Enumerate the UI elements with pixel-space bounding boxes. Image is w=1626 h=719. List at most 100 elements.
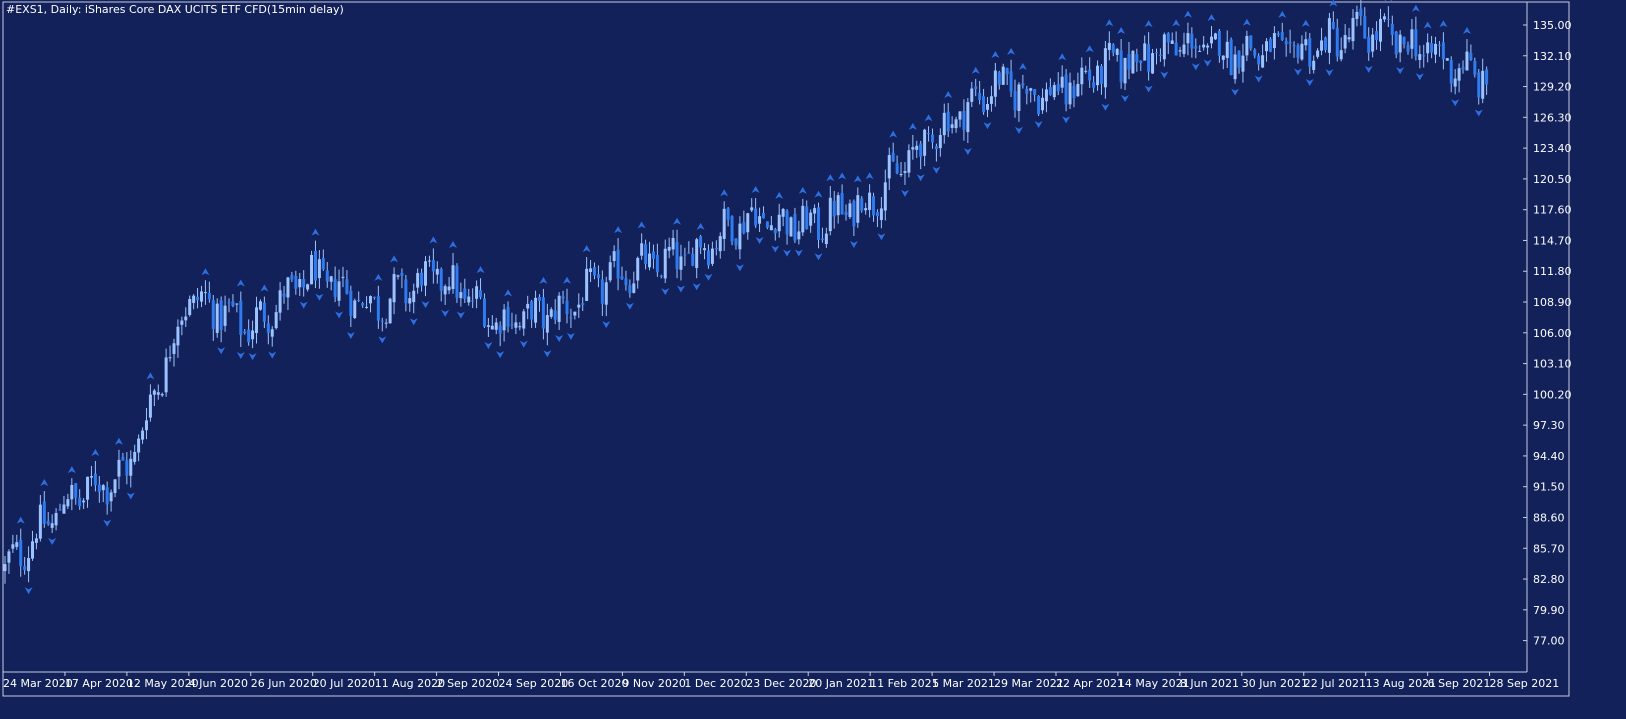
candle-body — [396, 275, 400, 277]
candle-body — [337, 281, 341, 301]
candle-body — [1225, 41, 1229, 59]
candle-body — [1296, 45, 1300, 58]
candle-body — [714, 247, 718, 250]
candle-body — [109, 492, 113, 502]
candle-body — [129, 458, 133, 476]
candle-body — [239, 300, 243, 335]
candle-body — [200, 291, 203, 302]
candle-body — [325, 270, 329, 282]
candle-body — [785, 210, 789, 235]
candle-body — [243, 331, 247, 334]
candle-body — [742, 222, 746, 234]
candle-body — [530, 301, 534, 320]
candle-body — [459, 292, 463, 299]
candle-body — [1170, 40, 1174, 44]
candle-body — [1194, 46, 1198, 49]
candle-body — [993, 70, 997, 97]
candle-body — [875, 212, 879, 217]
candle-body — [274, 312, 278, 329]
candle-body — [1453, 78, 1457, 87]
candle-body — [180, 320, 184, 325]
candle-body — [455, 265, 459, 298]
y-tick-label: 94.40 — [1533, 450, 1565, 463]
candle-body — [1316, 50, 1320, 57]
candle-body — [569, 317, 573, 319]
candle-body — [11, 544, 15, 549]
candle-body — [1206, 45, 1210, 48]
candle-body — [306, 284, 310, 290]
candle-body — [302, 279, 306, 288]
candle-body — [1056, 84, 1060, 92]
candle-body — [251, 330, 255, 340]
candle-body — [565, 300, 569, 315]
candle-body — [911, 147, 915, 150]
candle-body — [883, 182, 887, 211]
y-tick-label: 120.50 — [1533, 173, 1572, 186]
y-tick-label: 135.00 — [1533, 19, 1572, 32]
candle-body — [34, 538, 38, 543]
candle-body — [207, 292, 211, 300]
candle-body — [467, 296, 471, 303]
candle-body — [227, 302, 231, 304]
candle-body — [58, 509, 62, 511]
candle-body — [895, 163, 899, 174]
candle-body — [769, 225, 773, 231]
candle-body — [624, 278, 628, 286]
candle-body — [1060, 76, 1064, 88]
candle-body — [310, 254, 314, 285]
candle-body — [1202, 44, 1206, 48]
candle-body — [1394, 31, 1398, 55]
candle-body — [891, 152, 895, 162]
candle-body — [1080, 67, 1084, 85]
candle-body — [1268, 38, 1272, 52]
candle-body — [152, 390, 156, 395]
candle-body — [1367, 36, 1371, 53]
candle-body — [644, 244, 648, 265]
candle-body — [541, 297, 545, 329]
candle-body — [262, 302, 266, 322]
candle-body — [266, 323, 270, 333]
candle-body — [824, 233, 828, 245]
x-tick-label: 11 Feb 2021 — [870, 677, 938, 690]
candle-body — [148, 394, 152, 418]
candle-body — [164, 357, 168, 393]
y-tick-label: 91.50 — [1533, 481, 1565, 494]
candle-body — [1351, 18, 1355, 42]
candle-body — [1182, 44, 1186, 54]
candle-body — [648, 253, 652, 268]
candle-body — [15, 542, 19, 547]
candle-body — [887, 155, 891, 179]
chart-window[interactable]: 135.00 132.10 129.20 126.30 123.40 120.50 117.… — [0, 0, 1626, 719]
candle-body — [954, 119, 958, 129]
candle-body — [66, 499, 70, 507]
candle-body — [927, 133, 931, 135]
candle-body — [1041, 97, 1045, 111]
candle-body — [1135, 54, 1139, 62]
candle-body — [765, 221, 769, 228]
candle-body — [1009, 71, 1013, 92]
candle-body — [989, 96, 993, 104]
candle-body — [934, 146, 938, 150]
candle-body — [1033, 89, 1037, 95]
candle-body — [710, 248, 714, 264]
price-chart[interactable]: 135.00 132.10 129.20 126.30 123.40 120.50 117.… — [0, 0, 1626, 719]
candle-body — [270, 329, 274, 337]
candle-body — [427, 260, 431, 262]
candle-body — [1375, 31, 1379, 40]
candle-body — [1021, 83, 1025, 86]
candle-body — [1284, 40, 1288, 45]
candle-body — [133, 451, 137, 462]
x-tick-label: 22 Apr 2021 — [1056, 677, 1124, 690]
candle-body — [899, 174, 903, 176]
candle-body — [144, 420, 148, 431]
candle-body — [1312, 60, 1316, 70]
candle-body — [1064, 74, 1068, 105]
candle-body — [789, 217, 793, 237]
candle-body — [872, 196, 876, 216]
candle-body — [349, 290, 353, 316]
candle-body — [1327, 18, 1331, 53]
chart-title: #EXS1, Daily: iShares Core DAX UCITS ETF… — [6, 3, 344, 16]
candle-body — [156, 392, 160, 395]
candle-body — [832, 200, 836, 217]
candle-body — [1347, 37, 1351, 40]
